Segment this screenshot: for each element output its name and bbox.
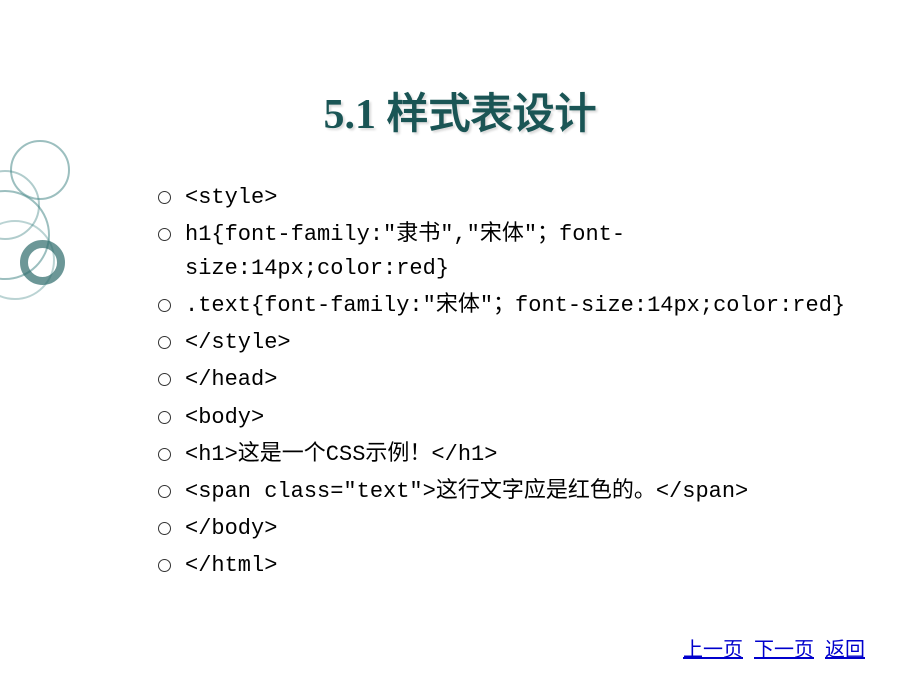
footer-navigation: 上一页 下一页 返回 (677, 633, 865, 662)
next-page-link[interactable]: 下一页 (754, 639, 814, 661)
decorative-circles (0, 140, 90, 340)
list-item: h1{font-family:"隶书","宋体"；font-size:14px;… (150, 218, 860, 286)
content-list: <style> h1{font-family:"隶书","宋体"；font-si… (150, 181, 860, 583)
list-item: </html> (150, 549, 860, 583)
slide-title: 5.1 样式表设计 (0, 0, 920, 181)
list-item: <style> (150, 181, 860, 215)
list-item: .text{font-family:"宋体"；font-size:14px;co… (150, 289, 860, 323)
list-item: <body> (150, 401, 860, 435)
list-item: <span class="text">这行文字应是红色的。</span> (150, 475, 860, 509)
list-item: </body> (150, 512, 860, 546)
back-link[interactable]: 返回 (825, 639, 865, 661)
list-item: <h1>这是一个CSS示例！</h1> (150, 438, 860, 472)
list-item: </style> (150, 326, 860, 360)
prev-page-link[interactable]: 上一页 (683, 639, 743, 661)
circle-decoration (10, 140, 70, 200)
list-item: </head> (150, 363, 860, 397)
circle-decoration (20, 240, 65, 285)
